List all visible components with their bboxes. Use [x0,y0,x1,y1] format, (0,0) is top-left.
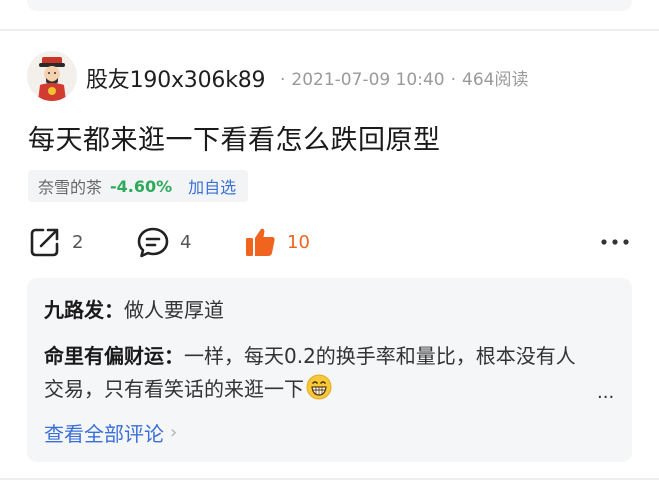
stock-name[interactable]: 奈雪的茶 [38,174,102,198]
comments-preview: 九路发：做人要厚道 命里有偏财运：一样，每天0.2的换手率和量比，根本没有人交易… [27,278,632,462]
grinning-face-icon [306,374,332,400]
meta-separator: · [280,70,286,90]
share-count: 2 [72,231,84,253]
post-meta: · 2021-07-09 10:40 · 464阅读 [274,65,528,90]
like-button[interactable]: 10 [243,225,310,259]
view-all-comments-label[interactable]: 查看全部评论 [44,418,164,447]
post-divider [0,29,659,31]
meta-separator: · [450,70,457,90]
comment-count: 4 [180,231,192,253]
more-dots-icon [601,239,629,245]
comment-ellipsis: ... [597,382,615,403]
comment-text: 做人要厚道 [124,298,224,322]
comment-item[interactable]: 命里有偏财运：一样，每天0.2的换手率和量比，根本没有人交易，只有看笑话的来逛一… [44,340,589,406]
share-icon [30,228,59,257]
comment-author[interactable]: 命里有偏财运： [44,344,184,368]
previous-post-card [27,0,632,11]
stock-change: -4.60% [110,176,173,196]
username[interactable]: 股友190x306k89 [86,62,266,94]
avatar[interactable] [27,51,77,101]
like-count: 10 [287,231,310,253]
share-button[interactable]: 2 [28,225,83,259]
add-watchlist-button[interactable]: 加自选 [188,174,236,198]
more-options-button[interactable] [598,232,632,252]
comment-author[interactable]: 九路发： [44,298,124,322]
post-date: 2021-07-09 10:40 [291,70,445,90]
comment-icon [137,227,169,258]
view-all-comments-link[interactable]: 查看全部评论 › [44,418,177,447]
thumbs-up-icon [246,228,275,256]
comment-item[interactable]: 九路发：做人要厚道 [44,294,224,323]
chevron-right-icon: › [170,422,178,443]
post-divider [0,478,659,480]
read-count: 464阅读 [462,70,529,90]
god-of-wealth-avatar-icon [27,51,77,101]
post-content[interactable]: 每天都来逛一下看看怎么跌回原型 [28,118,441,157]
stock-tag[interactable]: 奈雪的茶 -4.60% 加自选 [28,170,249,202]
comment-button[interactable]: 4 [136,225,191,259]
